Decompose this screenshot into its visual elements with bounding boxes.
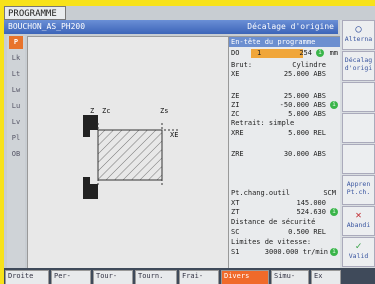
zc-label: Zc (102, 107, 110, 115)
alternate-button[interactable]: ◯ Alterna (342, 20, 375, 50)
left-toolbar: P Lk Lt Lw Lu Lv Pl OB (7, 36, 25, 268)
param-row[interactable]: SC 0.500 REL (231, 228, 338, 237)
param-row: Limites de vitesse: (231, 238, 312, 246)
validate-button[interactable]: ✓ Valid (342, 237, 375, 267)
misc-button[interactable]: Divers (221, 270, 269, 284)
param-row[interactable]: XE 25.000 ABS (231, 70, 338, 79)
param-row[interactable]: ZE 25.000 ABS (231, 92, 338, 101)
circle-icon: ◯ (355, 24, 362, 35)
part-preview-canvas: Z Zc Zs XE (27, 36, 229, 270)
work-offset-button[interactable]: Décalag d'origi (342, 51, 375, 81)
chuck-jaw-bottom (83, 177, 98, 199)
drill-button[interactable]: Per- (51, 270, 91, 284)
info-icon: i (316, 49, 324, 57)
abort-button[interactable]: ✕ Abandi (342, 206, 375, 236)
softkey-empty[interactable] (342, 144, 375, 174)
tool-p[interactable]: P (9, 36, 23, 49)
simulation-button[interactable]: Simu- (271, 270, 309, 284)
info-icon: i (330, 101, 338, 109)
part-drawing: Z Zc Zs XE (83, 107, 178, 199)
header-right-title: Décalage d'origine (247, 22, 334, 31)
tool-6[interactable]: Pl (9, 132, 23, 145)
z1-label: Z (90, 107, 94, 115)
param-row[interactable]: DO 1 254 i mm (231, 49, 338, 58)
param-row[interactable]: S1 3000.000 tr/min i (231, 248, 338, 257)
param-row[interactable]: XRE 5.000 REL (231, 129, 338, 138)
param-row[interactable]: Brut: Cylindre (231, 61, 338, 70)
file-name: BOUCHON_AS_PH200 (8, 22, 86, 31)
param-row[interactable]: ZC 5.000 ABS (231, 110, 338, 119)
chuck-jaw-top (83, 115, 98, 137)
param-row[interactable]: ZRE 30.000 ABS (231, 150, 338, 159)
execute-button[interactable]: Ex (311, 270, 341, 284)
softkey-bar-bottom: Droite Per- Tour- Tourn. Frai- Divers Si… (4, 268, 375, 284)
param-row: Distance de sécurité (231, 218, 316, 226)
zs-label: Zs (160, 107, 168, 115)
window-title: PROGRAMME (4, 6, 66, 20)
info-icon: i (330, 248, 338, 256)
tool-3[interactable]: Lw (9, 84, 23, 97)
info-icon: i (330, 208, 338, 216)
param-row[interactable]: XT 145.000 (231, 199, 338, 208)
check-icon: ✓ (355, 241, 362, 252)
tool-2[interactable]: Lt (9, 68, 23, 81)
parameter-panel: En-tête du programme DO 1 254 i mm Brut:… (228, 36, 341, 270)
mill-button[interactable]: Frai- (179, 270, 219, 284)
tool-4[interactable]: Lu (9, 100, 23, 113)
tool-7[interactable]: OB (9, 148, 23, 161)
turn-button[interactable]: Tour- (93, 270, 133, 284)
softkey-empty[interactable] (342, 82, 375, 112)
param-row[interactable]: Pt.chang.outil SCM (231, 189, 338, 198)
softkey-bar-right: ◯ Alterna Décalag d'origi Appren Pt.ch. ✕… (340, 20, 375, 268)
close-icon: ✕ (355, 210, 362, 221)
tool-5[interactable]: Lv (9, 116, 23, 129)
teach-toolchange-button[interactable]: Appren Pt.ch. (342, 175, 375, 205)
blank-outline (97, 129, 163, 181)
param-row[interactable]: ZI -50.000 ABS i (231, 101, 338, 110)
line-button[interactable]: Droite (5, 270, 49, 284)
cnc-screen: PROGRAMME BOUCHON_AS_PH200 Décalage d'or… (4, 6, 375, 284)
param-row[interactable]: ZT 524.630 i (231, 208, 338, 217)
tool-1[interactable]: Lk (9, 52, 23, 65)
softkey-empty[interactable] (342, 113, 375, 143)
param-row[interactable]: Retrait: simple (231, 119, 338, 128)
panel-header: En-tête du programme (229, 37, 340, 47)
program-header-bar: BOUCHON_AS_PH200 Décalage d'origine (4, 20, 338, 34)
x-label: XE (170, 131, 178, 139)
turning-button[interactable]: Tourn. (135, 270, 177, 284)
